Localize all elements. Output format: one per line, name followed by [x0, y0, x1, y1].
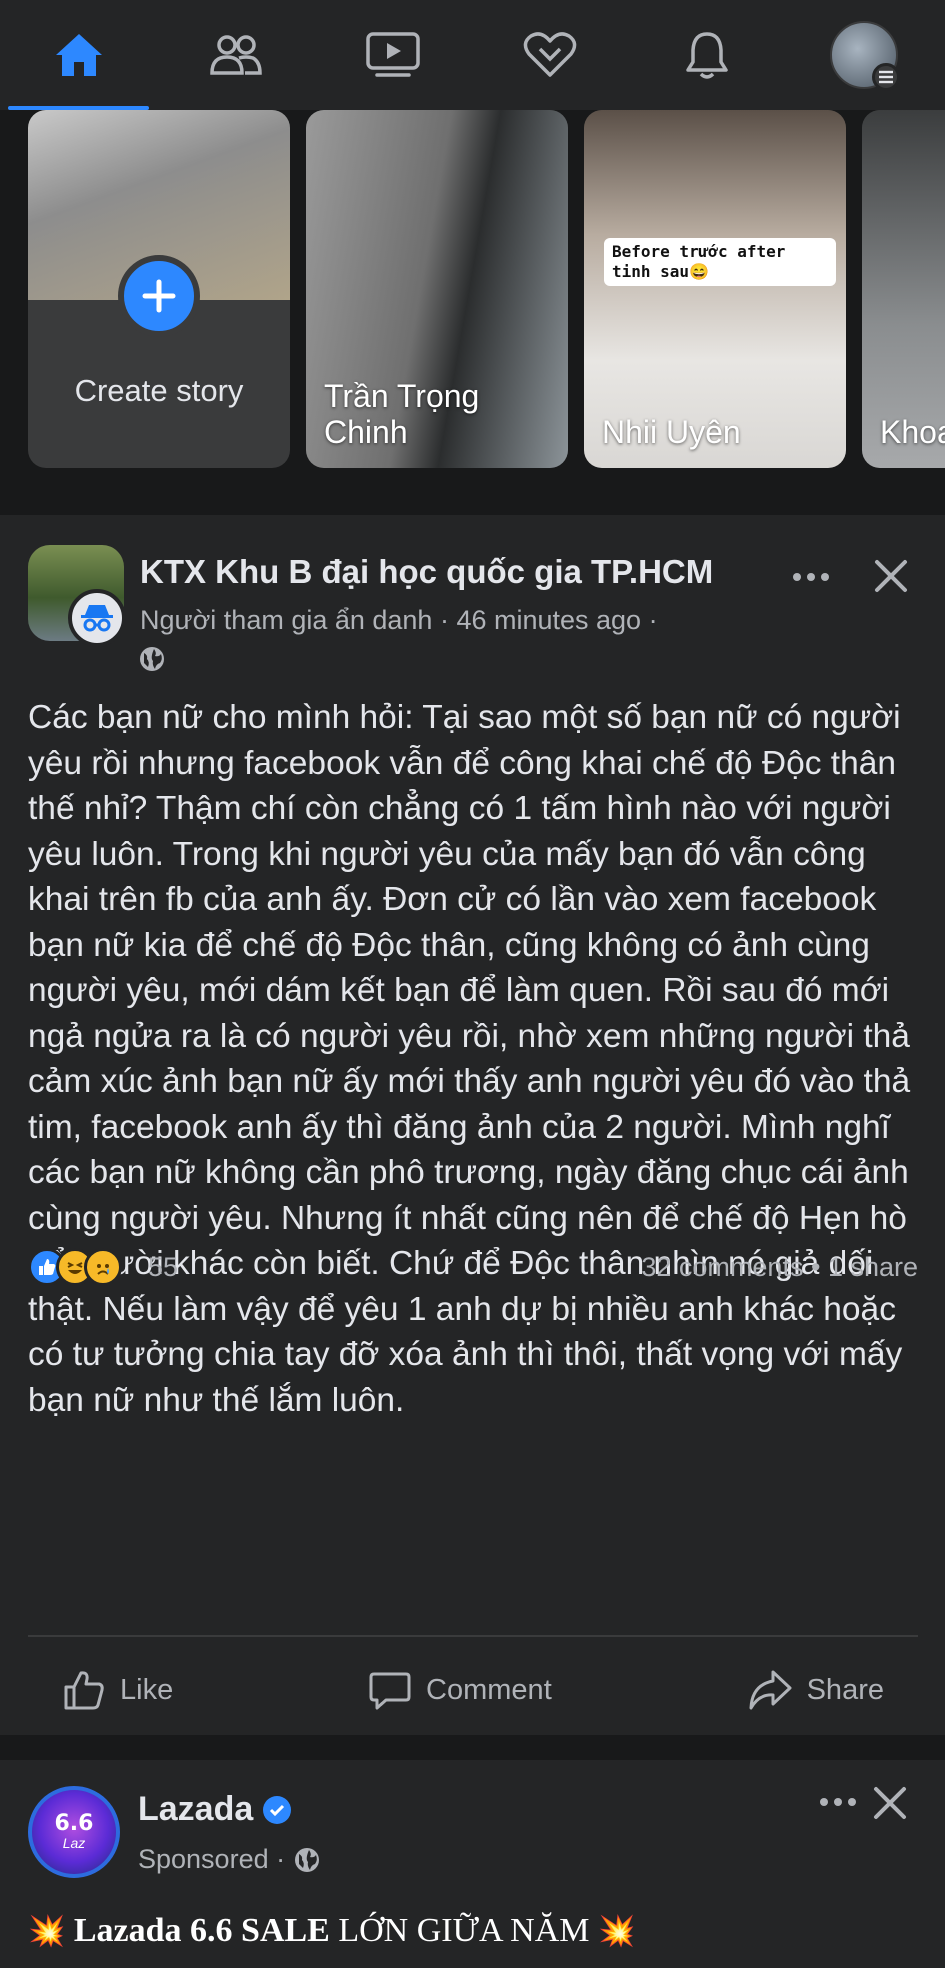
story-name: Khoa [880, 414, 945, 450]
meta-separator: · [432, 605, 457, 635]
avatar-text: Laz [62, 1835, 86, 1851]
bell-icon [685, 32, 728, 79]
more-icon [793, 573, 829, 581]
burst-icon: 💥 [598, 1915, 636, 1948]
comment-button[interactable]: Comment [334, 1668, 586, 1712]
reactions-summary[interactable]: 55 32 comments • 1 share [28, 1242, 918, 1292]
nav-watch[interactable] [314, 0, 471, 110]
reaction-count: 55 [148, 1252, 179, 1282]
like-label: Like [120, 1673, 174, 1706]
hide-ad-button[interactable] [865, 1778, 915, 1828]
nav-dating[interactable] [471, 0, 628, 110]
anonymous-icon [68, 589, 126, 647]
comment-count[interactable]: 32 comments [641, 1252, 803, 1282]
watch-icon [365, 32, 420, 77]
advertiser-label: Lazada [138, 1790, 254, 1828]
post-meta: Người tham gia ẩn danh · 46 minutes ago … [140, 605, 658, 636]
like-button[interactable]: Like [28, 1668, 207, 1712]
ad-headline: 💥 Lazada 6.6 SALE LỚN GIỮA NĂM 💥 [28, 1912, 635, 1950]
sponsored-post: 6.6 Laz Lazada Sponsored · 💥 Lazada 6.6 … [0, 1760, 945, 1968]
advertiser-name[interactable]: Lazada [138, 1790, 292, 1829]
nav-home[interactable] [0, 0, 157, 110]
sponsored-label[interactable]: Sponsored · [138, 1844, 285, 1875]
friends-icon [209, 35, 262, 75]
share-button[interactable]: Share [713, 1668, 918, 1712]
story-name: Nhii Uyên [602, 414, 741, 450]
lazada-avatar[interactable]: 6.6 Laz [28, 1786, 120, 1878]
home-icon [55, 34, 102, 76]
create-story-card[interactable]: Create story [28, 110, 290, 468]
nav-friends[interactable] [157, 0, 314, 110]
menu-icon [871, 63, 900, 91]
story-card[interactable]: Before trước after tinh sau😄 Nhii Uyên [584, 110, 846, 468]
more-options-button[interactable] [813, 1782, 863, 1822]
nav-menu[interactable] [785, 0, 942, 110]
post-header: KTX Khu B đại học quốc gia TP.HCM Người … [28, 545, 918, 671]
story-caption: Before trước after tinh sau😄 [604, 238, 836, 286]
story-name: Trần Trọng Chinh [324, 378, 480, 450]
more-icon [820, 1798, 856, 1806]
close-icon [874, 1787, 906, 1819]
share-label: Share [806, 1673, 884, 1706]
reaction-icons [28, 1248, 122, 1286]
hide-post-button[interactable] [866, 551, 916, 601]
group-name[interactable]: KTX Khu B đại học quốc gia TP.HCM [140, 553, 713, 591]
post-time[interactable]: 46 minutes ago [456, 605, 641, 635]
story-card[interactable]: Trần Trọng Chinh [306, 110, 568, 468]
story-card[interactable]: Khoa [862, 110, 945, 468]
thumbs-up-icon [64, 1671, 104, 1710]
ad-headline-bold: Lazada 6.6 SALE [73, 1912, 330, 1949]
share-count[interactable]: 1 share [828, 1252, 918, 1282]
meta-separator: · [641, 605, 658, 635]
create-story-label: Create story [74, 373, 244, 408]
burst-icon: 💥 [28, 1915, 66, 1948]
plus-icon [118, 255, 200, 337]
sponsored-meta: Sponsored · [138, 1844, 321, 1875]
ad-headline-rest: LỚN GIỮA NĂM [329, 1912, 590, 1949]
heart-icon [523, 32, 576, 77]
dot-separator: • [810, 1252, 828, 1282]
globe-icon [295, 1847, 320, 1872]
sad-reaction-icon [84, 1248, 122, 1286]
post-text: Các bạn nữ cho mình hỏi: Tại sao một số … [28, 699, 911, 1419]
comment-share-counts: 32 comments • 1 share [641, 1252, 918, 1283]
feed-post: KTX Khu B đại học quốc gia TP.HCM Người … [0, 515, 945, 1735]
comment-label: Comment [426, 1673, 552, 1706]
profile-avatar [829, 21, 900, 91]
close-icon [875, 560, 907, 592]
share-icon [749, 1670, 792, 1710]
avatar-number: 6.6 [54, 1811, 94, 1836]
more-options-button[interactable] [786, 557, 836, 597]
verified-icon [263, 1795, 292, 1824]
nav-notifications[interactable] [628, 0, 785, 110]
top-navigation [0, 0, 945, 110]
globe-icon [138, 645, 166, 678]
divider [28, 1635, 918, 1637]
post-actions: Like Comment Share [28, 1645, 918, 1735]
author-name: Người tham gia ẩn danh [140, 605, 433, 635]
comment-icon [369, 1672, 411, 1710]
stories-tray: Create story Trần Trọng Chinh Before trư… [0, 110, 945, 498]
